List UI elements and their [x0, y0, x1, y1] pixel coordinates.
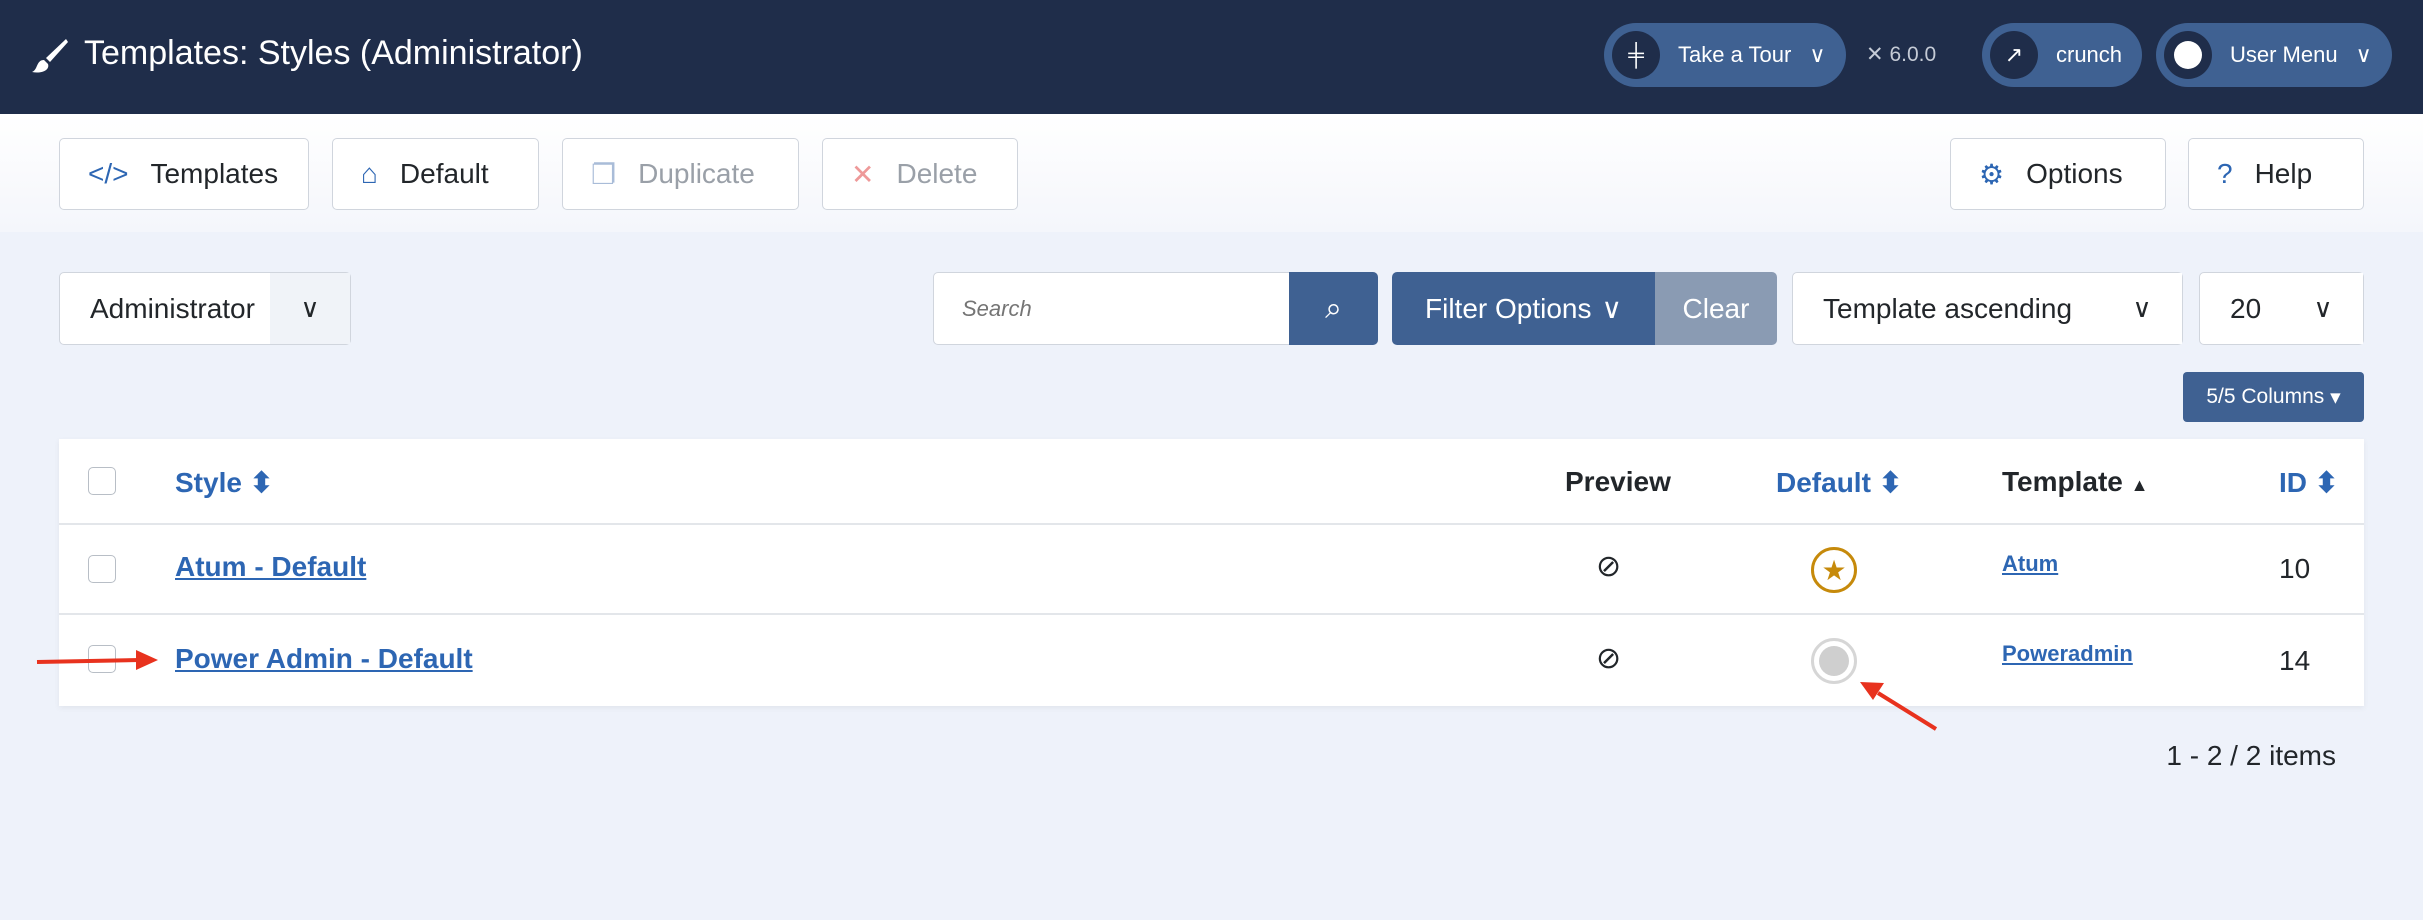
- arrow-icon: [36, 650, 158, 670]
- arrow-icon: [1860, 682, 1938, 731]
- annotation-arrows: [36, 650, 1938, 731]
